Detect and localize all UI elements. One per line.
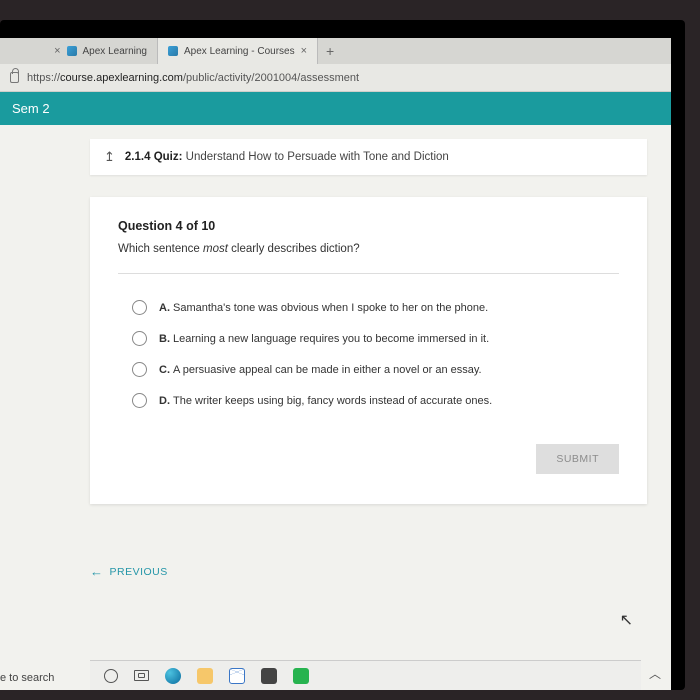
new-tab-button[interactable]: + — [318, 38, 342, 64]
app-icon[interactable] — [293, 668, 309, 684]
mail-icon[interactable] — [229, 668, 245, 684]
question-text: Which sentence most clearly describes di… — [118, 243, 619, 255]
option-d[interactable]: D.The writer keeps using big, fancy word… — [118, 385, 619, 416]
radio-icon[interactable] — [132, 393, 147, 408]
option-text: The writer keeps using big, fancy words … — [173, 395, 492, 407]
store-icon[interactable] — [261, 668, 277, 684]
question-text-pre: Which sentence — [118, 243, 203, 255]
previous-button[interactable]: ← PREVIOUS — [90, 564, 671, 579]
semester-label: Sem 2 — [12, 101, 50, 116]
option-text: A persuasive appeal can be made in eithe… — [173, 364, 482, 376]
question-number: Question 4 of 10 — [118, 219, 619, 233]
option-label: B.Learning a new language requires you t… — [159, 333, 489, 345]
submit-button[interactable]: SUBMIT — [536, 444, 619, 474]
url-prefix: https:// — [27, 72, 60, 84]
browser-tab-active[interactable]: Apex Learning - Courses × — [158, 38, 318, 64]
question-text-post: clearly describes diction? — [228, 243, 360, 255]
option-text: Learning a new language requires you to … — [173, 333, 489, 345]
crumb-number: 2.1.4 — [125, 151, 151, 163]
option-text: Samantha's tone was obvious when I spoke… — [173, 302, 488, 314]
content-area: ↥ 2.1.4 Quiz: Understand How to Persuade… — [0, 125, 671, 690]
lock-icon — [10, 72, 19, 83]
tab-label: Apex Learning - Courses — [184, 46, 295, 57]
url-text: https://course.apexlearning.com/public/a… — [27, 72, 661, 84]
taskbar — [90, 660, 641, 690]
favicon-icon — [168, 46, 178, 56]
crumb-kind: Quiz: — [154, 151, 183, 163]
option-c[interactable]: C.A persuasive appeal can be made in eit… — [118, 354, 619, 385]
option-label: A.Samantha's tone was obvious when I spo… — [159, 302, 488, 314]
browser-tab[interactable]: × Apex Learning — [8, 38, 158, 64]
task-view-icon[interactable] — [134, 670, 149, 681]
close-icon[interactable]: × — [54, 45, 60, 57]
breadcrumb-text: 2.1.4 Quiz: Understand How to Persuade w… — [125, 151, 449, 163]
course-header: Sem 2 — [0, 92, 671, 125]
breadcrumb[interactable]: ↥ 2.1.4 Quiz: Understand How to Persuade… — [90, 139, 647, 175]
url-domain: course.apexlearning.com — [60, 72, 183, 84]
question-text-em: most — [203, 243, 228, 255]
browser-tab-bar: × Apex Learning Apex Learning - Courses … — [0, 38, 671, 64]
arrow-left-icon: ← — [90, 564, 104, 579]
divider — [118, 273, 619, 274]
chevron-up-icon[interactable]: ︿ — [649, 665, 661, 682]
cortana-icon[interactable] — [104, 669, 118, 683]
question-card: Question 4 of 10 Which sentence most cle… — [90, 197, 647, 504]
url-path: /public/activity/2001004/assessment — [183, 72, 359, 84]
option-label: C.A persuasive appeal can be made in eit… — [159, 364, 482, 376]
file-explorer-icon[interactable] — [197, 668, 213, 684]
cursor-icon: ↖ — [620, 610, 633, 630]
address-bar[interactable]: https://course.apexlearning.com/public/a… — [0, 64, 671, 92]
option-a[interactable]: A.Samantha's tone was obvious when I spo… — [118, 292, 619, 323]
radio-icon[interactable] — [132, 362, 147, 377]
search-hint: e to search — [0, 672, 54, 684]
option-letter: C. — [159, 364, 170, 376]
option-label: D.The writer keeps using big, fancy word… — [159, 395, 492, 407]
option-letter: D. — [159, 395, 170, 407]
option-b[interactable]: B.Learning a new language requires you t… — [118, 323, 619, 354]
favicon-icon — [67, 46, 77, 56]
tab-label: Apex Learning — [83, 46, 148, 57]
close-icon[interactable]: × — [301, 45, 307, 57]
edge-icon[interactable] — [165, 668, 181, 684]
previous-label: PREVIOUS — [110, 566, 168, 578]
crumb-title: Understand How to Persuade with Tone and… — [186, 151, 449, 163]
option-letter: B. — [159, 333, 170, 345]
radio-icon[interactable] — [132, 331, 147, 346]
back-arrow-icon[interactable]: ↥ — [104, 149, 115, 165]
option-letter: A. — [159, 302, 170, 314]
radio-icon[interactable] — [132, 300, 147, 315]
